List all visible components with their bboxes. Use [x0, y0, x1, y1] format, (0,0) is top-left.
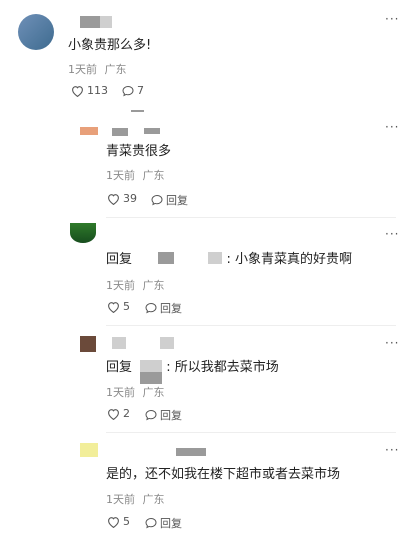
avatar[interactable] — [80, 127, 98, 135]
like-button[interactable]: 113 — [71, 84, 108, 97]
like-count: 113 — [87, 84, 108, 97]
divider — [106, 325, 396, 326]
reply-prefix: 回复 — [106, 360, 133, 375]
username-blurred[interactable] — [176, 448, 206, 456]
reply-text-body: 青菜贵很多 — [106, 144, 172, 159]
more-dots-icon[interactable]: ··· — [385, 443, 399, 457]
divider — [106, 432, 396, 433]
heart-icon — [108, 301, 119, 313]
like-button[interactable]: 39 — [107, 192, 137, 205]
reply-button[interactable]: 回复 — [151, 192, 188, 208]
reply-count-button[interactable]: 7 — [122, 84, 144, 97]
reply-meta: 1天前 广东 — [106, 277, 165, 293]
reply-location: 广东 — [142, 279, 165, 292]
mention-username-blurred — [208, 252, 223, 264]
reply-text-body: : 所以我都去菜市场 — [166, 360, 279, 375]
more-dots-icon[interactable]: ··· — [385, 12, 399, 26]
mention-username-blurred[interactable] — [140, 360, 163, 372]
heart-icon — [108, 516, 119, 528]
comment-meta: 1天前 广东 — [68, 61, 127, 77]
comment-bubble-icon — [145, 409, 157, 421]
username-blurred — [160, 337, 174, 349]
reply-text: 回复 : 所以我都去菜市场 — [106, 356, 279, 375]
reply-count: 7 — [137, 84, 144, 97]
more-dots-icon[interactable]: ··· — [385, 227, 399, 241]
reply-time: 1天前 — [106, 169, 135, 182]
reply-text: 是的，还不如我在楼下超市或者去菜市场 — [106, 463, 340, 482]
reply-label: 回复 — [160, 517, 182, 530]
reply-button[interactable]: 回复 — [145, 515, 182, 531]
divider — [106, 217, 396, 218]
reply-button[interactable]: 回复 — [145, 300, 182, 316]
reply-text: 青菜贵很多 — [106, 140, 171, 159]
like-count: 39 — [123, 192, 137, 205]
reply-time: 1天前 — [106, 493, 135, 506]
like-count: 5 — [123, 300, 130, 313]
comment-bubble-icon — [151, 194, 163, 206]
reply-meta: 1天前 广东 — [106, 491, 165, 507]
reply-label: 回复 — [160, 409, 182, 422]
reply-label: 回复 — [160, 302, 182, 315]
reply-location: 广东 — [142, 169, 165, 182]
like-count: 5 — [123, 515, 130, 528]
heart-icon — [108, 193, 119, 205]
comment-location: 广东 — [104, 63, 127, 76]
like-count: 2 — [123, 407, 130, 420]
reply-button[interactable]: 回复 — [145, 407, 182, 423]
reply-location: 广东 — [142, 386, 165, 399]
username-blurred[interactable] — [112, 337, 126, 349]
reply-text: 回复 : 小象青菜真的好贵啊 — [106, 248, 352, 267]
more-dots-icon[interactable]: ··· — [385, 120, 399, 134]
reply-meta: 1天前 广东 — [106, 167, 165, 183]
comment-bubble-icon — [145, 302, 157, 314]
like-button[interactable]: 2 — [107, 407, 130, 420]
like-button[interactable]: 5 — [107, 300, 130, 313]
reply-text-body: : 小象青菜真的好贵啊 — [226, 252, 352, 267]
comment-bubble-icon — [145, 517, 157, 529]
comment-bubble-icon — [122, 85, 134, 96]
reply-location: 广东 — [142, 493, 165, 506]
blurred-fragment — [140, 372, 162, 384]
avatar[interactable] — [80, 443, 98, 457]
reply-time: 1天前 — [106, 386, 135, 399]
reply-text-body: 是的，还不如我在楼下超市或者去菜市场 — [106, 467, 341, 482]
mention-username-blurred[interactable] — [158, 252, 175, 264]
heart-icon — [72, 85, 83, 97]
comment-time: 1天前 — [68, 63, 97, 76]
username-blurred[interactable] — [80, 16, 100, 28]
heart-icon — [108, 408, 119, 420]
reply-time: 1天前 — [106, 279, 135, 292]
reply-prefix: 回复 — [106, 252, 133, 267]
avatar[interactable] — [70, 223, 96, 243]
comment-text: 小象贵那么多! — [68, 38, 152, 53]
avatar[interactable] — [18, 14, 54, 50]
reply-label: 回复 — [166, 194, 188, 207]
avatar[interactable] — [80, 336, 96, 352]
reply-meta: 1天前 广东 — [106, 384, 165, 400]
username-blurred — [100, 16, 112, 28]
more-dots-icon[interactable]: ··· — [385, 336, 399, 350]
collapse-handle — [131, 110, 144, 112]
username-blurred[interactable] — [112, 128, 128, 136]
like-button[interactable]: 5 — [107, 515, 130, 528]
username-blurred — [144, 128, 160, 134]
